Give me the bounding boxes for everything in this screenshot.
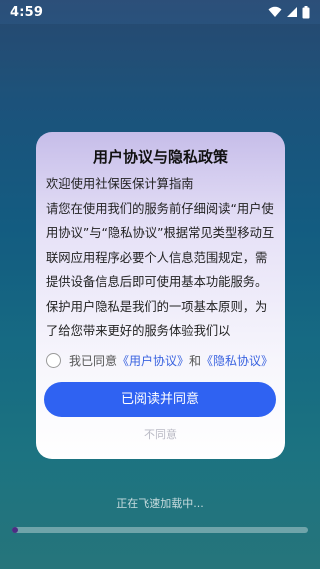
agree-button[interactable]: 已阅读并同意 (44, 382, 276, 417)
wifi-icon (268, 6, 282, 17)
status-time: 4:59 (10, 4, 44, 20)
welcome-text: 欢迎使用社保医保计算指南 (46, 177, 194, 191)
loading-progress-fill (12, 527, 18, 533)
battery-icon (302, 5, 310, 18)
consent-checkbox[interactable] (46, 352, 61, 368)
consent-prefix: 我已同意 (69, 353, 118, 368)
status-bar: 4:59 (0, 0, 320, 24)
status-icons (268, 5, 310, 19)
dialog-body[interactable]: 欢迎使用社保医保计算指南 请您在使用我们的服务前仔细阅读“用户使用协议”与“隐私… (46, 172, 275, 344)
consent-and: 和 (189, 353, 202, 368)
dialog-title: 用户协议与隐私政策 (92, 148, 228, 166)
consent-row: 我已同意 《用户协议》 和 《隐私协议》 (46, 351, 275, 369)
disagree-button[interactable]: 不同意 (36, 426, 285, 444)
app-screen: { "status_bar": { "time": "4:59", "icons… (0, 0, 320, 569)
loading-text: 正在飞速加载中... (116, 497, 204, 510)
agreement-text: 请您在使用我们的服务前仔细阅读“用户使用协议”与“隐私协议”根据常见类型移动互联… (46, 201, 275, 339)
signal-icon (287, 7, 297, 17)
loading-progress-bar (12, 527, 308, 533)
user-agreement-link[interactable]: 《用户协议》 (117, 352, 189, 369)
privacy-policy-link[interactable]: 《隐私协议》 (201, 352, 273, 369)
privacy-dialog: 用户协议与隐私政策 欢迎使用社保医保计算指南 请您在使用我们的服务前仔细阅读“用… (36, 132, 285, 459)
